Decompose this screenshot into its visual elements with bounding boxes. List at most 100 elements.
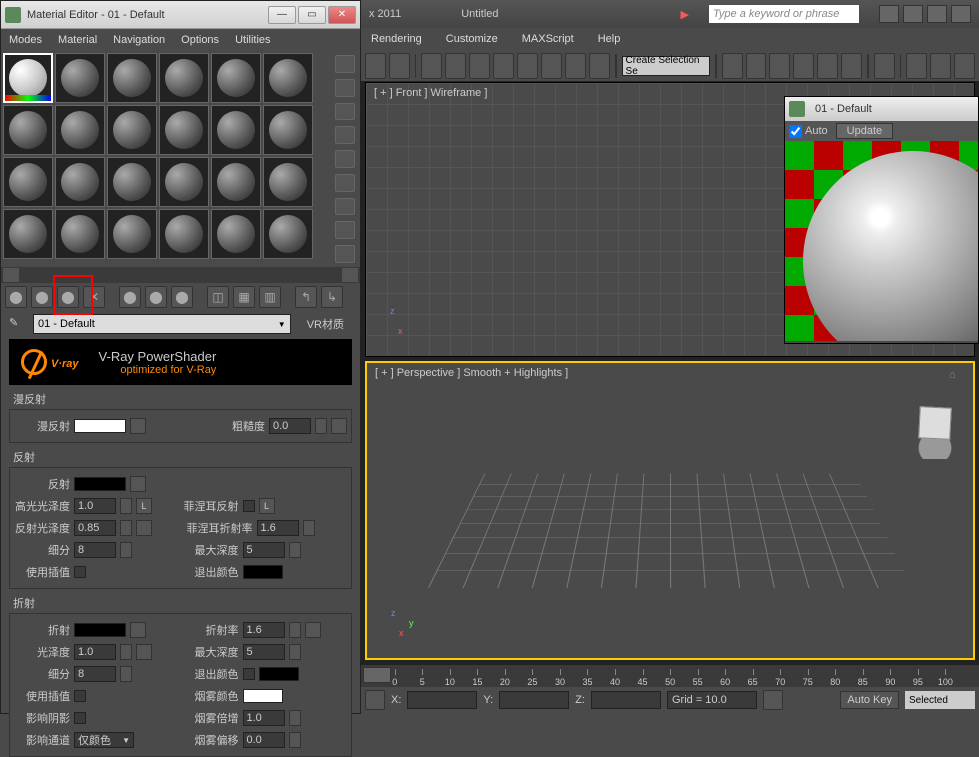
render-setup-icon[interactable] — [906, 53, 927, 79]
video-check-icon[interactable] — [335, 150, 355, 168]
lock-button[interactable]: L — [136, 498, 152, 514]
fog-color-swatch[interactable] — [243, 689, 283, 703]
refr-gloss-spinner[interactable]: 1.0 — [74, 644, 116, 660]
sample-uv-icon[interactable] — [335, 126, 355, 144]
home-icon[interactable]: ⌂ — [949, 369, 965, 385]
viewcube[interactable] — [907, 403, 963, 459]
slot-scrollbar[interactable] — [1, 267, 360, 283]
angle-snap-icon[interactable] — [565, 53, 586, 79]
spinner-buttons-icon[interactable] — [120, 666, 132, 682]
material-slot[interactable] — [3, 157, 53, 207]
material-type-button[interactable]: VR材质 — [299, 316, 352, 332]
menu-modes[interactable]: Modes — [9, 34, 42, 46]
make-preview-icon[interactable] — [335, 174, 355, 192]
hilight-gloss-spinner[interactable]: 1.0 — [74, 498, 116, 514]
fog-mult-spinner[interactable]: 1.0 — [243, 710, 285, 726]
refl-exit-swatch[interactable] — [243, 565, 283, 579]
roughness-map-button[interactable] — [331, 418, 347, 434]
snap-icon[interactable] — [541, 53, 562, 79]
material-slot[interactable] — [55, 105, 105, 155]
spinner-buttons-icon[interactable] — [289, 622, 301, 638]
ior-spinner[interactable]: 1.6 — [243, 622, 285, 638]
material-slot[interactable] — [55, 157, 105, 207]
menu-help[interactable]: Help — [598, 33, 621, 45]
diffuse-color-swatch[interactable] — [74, 419, 126, 433]
sample-type-icon[interactable] — [335, 55, 355, 73]
maximize-button[interactable]: ▭ — [298, 6, 326, 24]
x-coord-input[interactable] — [407, 691, 477, 709]
menu-maxscript[interactable]: MAXScript — [522, 33, 574, 45]
binoculars-icon[interactable] — [879, 5, 899, 23]
backlight-icon[interactable] — [335, 79, 355, 97]
material-slot[interactable] — [3, 209, 53, 259]
refr-gloss-map-button[interactable] — [136, 644, 152, 660]
material-slot[interactable] — [107, 209, 157, 259]
help-icon[interactable] — [903, 5, 923, 23]
render-icon[interactable] — [954, 53, 975, 79]
bind-spacewarp-icon[interactable] — [421, 53, 442, 79]
show-end-result-icon[interactable]: ▥ — [259, 286, 281, 308]
refr-maxdepth-spinner[interactable]: 5 — [243, 644, 285, 660]
minimize-button[interactable]: — — [268, 6, 296, 24]
fresnel-ior-spinner[interactable]: 1.6 — [257, 520, 299, 536]
material-slot[interactable] — [159, 53, 209, 103]
select-rotate-icon[interactable] — [493, 53, 514, 79]
update-button[interactable]: Update — [836, 123, 893, 139]
fresnel-lock-button[interactable]: L — [259, 498, 275, 514]
key-filter-dropdown[interactable]: Selected — [905, 691, 975, 709]
affect-channel-dropdown[interactable]: 仅颜色▼ — [74, 732, 134, 748]
go-forward-icon[interactable]: ↳ — [321, 286, 343, 308]
material-slot[interactable] — [263, 157, 313, 207]
select-icon[interactable] — [445, 53, 466, 79]
star-icon[interactable] — [927, 5, 947, 23]
refr-exit-swatch[interactable] — [259, 667, 299, 681]
layers-icon[interactable] — [769, 53, 790, 79]
put-to-library-icon[interactable]: ⬤ — [171, 286, 193, 308]
curve-editor-icon[interactable] — [817, 53, 838, 79]
reflect-map-button[interactable] — [130, 476, 146, 492]
percent-snap-icon[interactable] — [589, 53, 610, 79]
material-slot[interactable] — [107, 157, 157, 207]
viewport-perspective[interactable]: [ + ] Perspective ] Smooth + Highlights … — [365, 361, 975, 660]
search-input[interactable]: Type a keyword or phrase — [709, 5, 859, 23]
scroll-right-icon[interactable] — [342, 268, 358, 282]
spinner-buttons-icon[interactable] — [289, 542, 301, 558]
material-editor-icon[interactable] — [874, 53, 895, 79]
go-to-parent-icon[interactable]: ↰ — [295, 286, 317, 308]
refl-gloss-spinner[interactable]: 0.85 — [74, 520, 116, 536]
reflect-color-swatch[interactable] — [74, 477, 126, 491]
material-slot[interactable] — [159, 157, 209, 207]
z-coord-input[interactable] — [591, 691, 661, 709]
unlink-icon[interactable] — [389, 53, 410, 79]
material-slot[interactable] — [55, 53, 105, 103]
viewport-front-label[interactable]: [ + ] Front ] Wireframe ] — [374, 87, 487, 99]
refl-gloss-map-button[interactable] — [136, 520, 152, 536]
select-move-icon[interactable] — [469, 53, 490, 79]
refr-interp-checkbox[interactable] — [74, 690, 86, 702]
lock-icon[interactable] — [365, 690, 385, 710]
use-interp-checkbox[interactable] — [74, 566, 86, 578]
mat-editor-titlebar[interactable]: Material Editor - 01 - Default — ▭ ✕ — [1, 1, 360, 29]
refract-map-button[interactable] — [130, 622, 146, 638]
spinner-buttons-icon[interactable] — [120, 520, 132, 536]
selection-set-dropdown[interactable]: Create Selection Se — [622, 56, 710, 76]
scroll-left-icon[interactable] — [3, 268, 19, 282]
assign-to-selection-icon[interactable]: ⬤ — [57, 286, 79, 308]
material-id-icon[interactable]: ◫ — [207, 286, 229, 308]
fog-bias-spinner[interactable]: 0.0 — [243, 732, 285, 748]
material-slot[interactable] — [211, 53, 261, 103]
graphite-icon[interactable] — [793, 53, 814, 79]
material-name-dropdown[interactable]: 01 - Default ▼ — [33, 314, 291, 334]
refr-subdiv-spinner[interactable]: 8 — [74, 666, 116, 682]
spinner-buttons-icon[interactable] — [289, 732, 301, 748]
menu-rendering[interactable]: Rendering — [371, 33, 422, 45]
material-slot[interactable] — [3, 105, 53, 155]
auto-checkbox[interactable] — [789, 125, 802, 138]
viewport-persp-label[interactable]: [ + ] Perspective ] Smooth + Highlights … — [375, 367, 568, 379]
pick-material-icon[interactable]: ✎ — [9, 316, 25, 332]
spinner-buttons-icon[interactable] — [303, 520, 315, 536]
material-slot[interactable] — [263, 53, 313, 103]
lock-selection-icon[interactable] — [763, 690, 783, 710]
material-slot[interactable] — [263, 105, 313, 155]
material-slot[interactable] — [107, 105, 157, 155]
